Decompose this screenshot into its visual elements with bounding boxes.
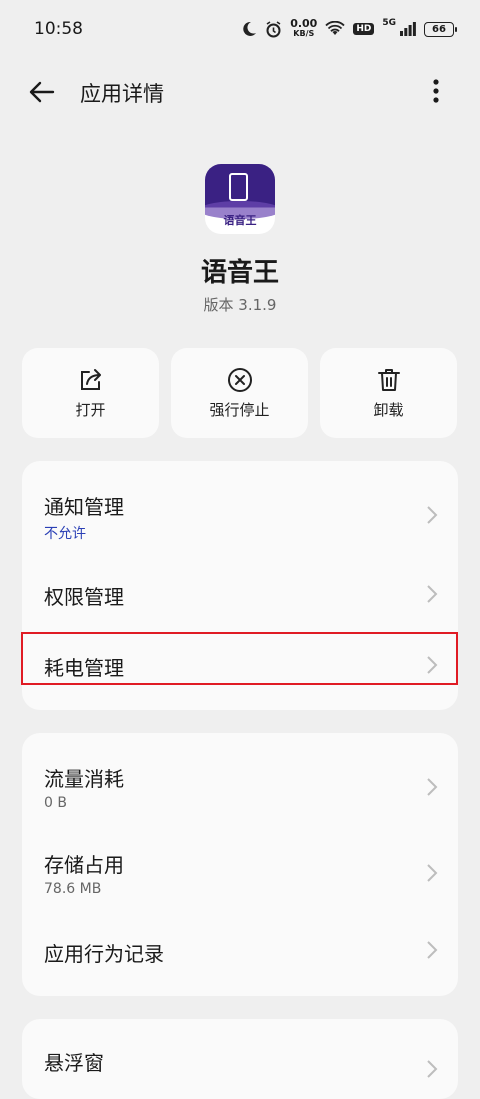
app-icon: 语音王 [205, 164, 275, 234]
notification-management-row[interactable]: 通知管理 不允许 [22, 461, 458, 559]
settings-card-floating: 悬浮窗 [22, 1019, 458, 1099]
open-label: 打开 [75, 400, 106, 419]
net-speed-value: 0.00 [290, 17, 318, 30]
open-button[interactable]: 打开 [22, 348, 159, 438]
page-title: 应用详情 [80, 82, 164, 106]
force-stop-button[interactable]: 强行停止 [171, 348, 308, 438]
more-options-button[interactable] [422, 74, 450, 108]
alarm-icon [266, 20, 281, 37]
more-vertical-icon [433, 79, 439, 103]
highlight-box [21, 632, 458, 685]
chevron-right-icon [427, 585, 438, 603]
data-usage-value: 0 B [44, 795, 67, 811]
chevron-right-icon [427, 506, 438, 524]
chevron-right-icon [427, 778, 438, 796]
signal-type: 5G [382, 18, 396, 28]
notification-management-status: 不允许 [44, 526, 86, 542]
signal-icon [400, 22, 416, 36]
floating-window-title: 悬浮窗 [44, 1051, 104, 1075]
net-speed-unit: KB/S [293, 29, 315, 38]
phone-icon [229, 173, 248, 201]
storage-value: 78.6 MB [44, 881, 102, 897]
app-behavior-record-title: 应用行为记录 [44, 942, 164, 966]
close-circle-icon [227, 367, 252, 392]
open-external-icon [80, 368, 101, 390]
app-version: 版本 3.1.9 [203, 296, 277, 314]
app-behavior-record-row[interactable]: 应用行为记录 [22, 915, 458, 987]
uninstall-button[interactable]: 卸载 [320, 348, 457, 438]
chevron-right-icon [427, 864, 438, 882]
data-usage-title: 流量消耗 [44, 767, 124, 791]
storage-title: 存储占用 [44, 853, 124, 877]
data-usage-row[interactable]: 流量消耗 0 B [22, 733, 458, 828]
trash-icon [377, 368, 400, 391]
storage-row[interactable]: 存储占用 78.6 MB [22, 828, 458, 915]
app-icon-label: 语音王 [223, 214, 257, 227]
permission-management-title: 权限管理 [44, 585, 124, 609]
app-bar: 应用详情 [0, 62, 480, 120]
permission-management-row[interactable]: 权限管理 [22, 559, 458, 629]
battery-icon: 66 [424, 21, 457, 37]
arrow-left-icon [29, 81, 55, 103]
settings-card-usage: 流量消耗 0 B 存储占用 78.6 MB 应用行为记录 [22, 733, 458, 996]
force-stop-label: 强行停止 [209, 400, 270, 419]
net-speed: 0.00 KB/S [290, 17, 318, 39]
chevron-right-icon [427, 941, 438, 959]
hd-badge: HD [353, 23, 375, 35]
wifi-icon [325, 21, 345, 35]
status-bar: 10:58 0.00 KB/S HD 5G 66 [0, 0, 480, 58]
moon-icon [243, 21, 257, 36]
status-icons: 0.00 KB/S HD 5G 66 [241, 17, 457, 39]
back-button[interactable] [26, 76, 58, 108]
app-name: 语音王 [200, 258, 279, 288]
status-time: 10:58 [34, 19, 83, 39]
notification-management-title: 通知管理 [44, 495, 124, 519]
floating-window-row[interactable]: 悬浮窗 [22, 1019, 458, 1089]
chevron-right-icon [427, 1060, 438, 1078]
battery-level: 66 [432, 23, 446, 35]
uninstall-label: 卸载 [373, 400, 404, 419]
